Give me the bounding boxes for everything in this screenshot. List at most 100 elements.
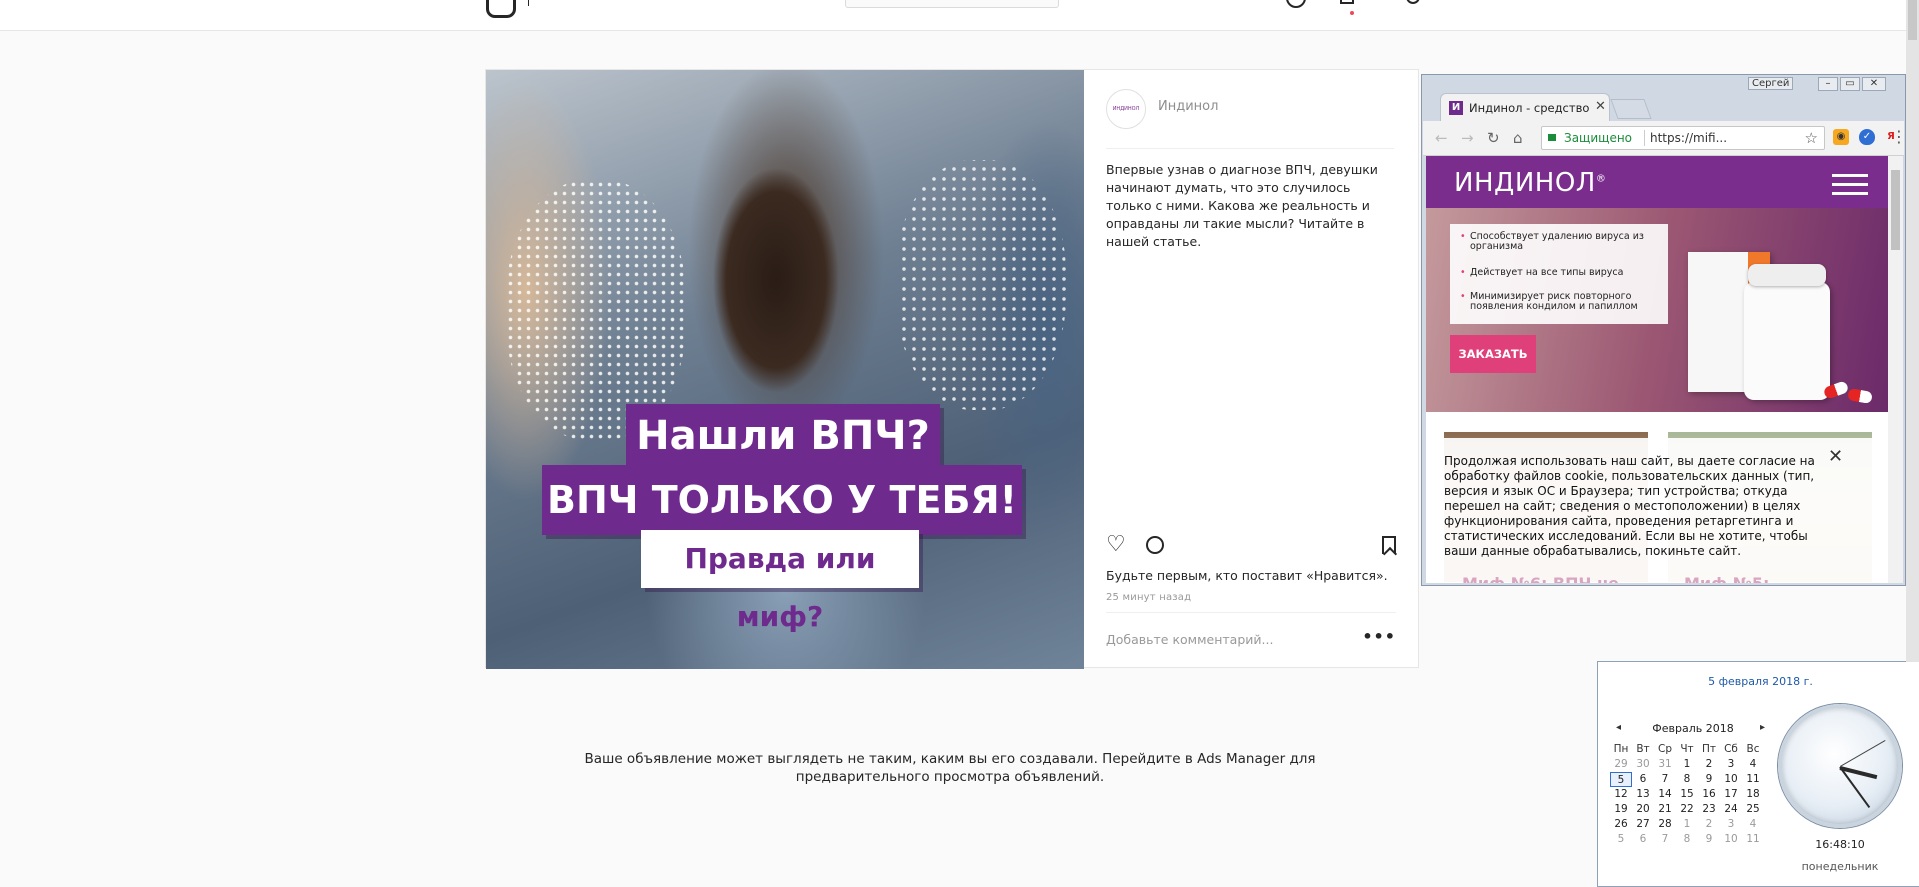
comment-input[interactable]: Добавьте комментарий... [1106,632,1273,647]
clock-weekday: понедельник [1801,860,1879,873]
calendar-day[interactable]: 23 [1698,802,1720,817]
calendar-month[interactable]: Февраль 2018 [1635,722,1751,735]
scrollbar-thumb[interactable] [1908,0,1917,40]
home-icon[interactable]: ⌂ [1513,129,1523,147]
order-button[interactable]: ЗАКАЗАТЬ [1450,335,1536,373]
bottle-cap [1748,264,1826,286]
window-close-button[interactable]: ✕ [1862,77,1886,91]
calendar-day[interactable]: 18 [1742,787,1764,802]
article-title[interactable]: Миф №6: ВПЧ не [1462,574,1619,583]
search-input[interactable] [845,0,1059,8]
post-actions: ♡ [1106,534,1396,558]
maximize-button[interactable]: ▭ [1840,77,1860,91]
back-icon[interactable]: ← [1435,129,1448,147]
calendar-day[interactable]: 14 [1654,787,1676,802]
calendar-day[interactable]: 11 [1742,832,1764,847]
tab-close-icon[interactable]: ✕ [1595,99,1606,114]
calendar-day[interactable]: 31 [1654,757,1676,772]
calendar-day[interactable]: 27 [1632,817,1654,832]
calendar-day[interactable]: 16 [1698,787,1720,802]
calendar-day[interactable]: 26 [1610,817,1632,832]
star-icon[interactable]: ☆ [1805,127,1818,149]
reload-icon[interactable]: ↻ [1487,129,1500,147]
calendar-day[interactable]: 8 [1676,772,1698,787]
author-name[interactable]: Индинол [1158,99,1218,114]
benefit-item: Способствует удалению вируса из организм… [1460,232,1660,252]
camera-icon[interactable] [486,0,516,18]
heart-icon[interactable]: ♡ [1106,534,1126,556]
calendar-date-link[interactable]: 5 февраля 2018 г. [1598,675,1919,688]
tab-title: Индинол - средство пр [1469,101,1591,115]
address-bar[interactable]: Защищено https://mifi... ☆ [1541,126,1825,150]
next-month-icon[interactable]: ▸ [1760,722,1765,733]
comment-icon[interactable] [1146,536,1164,554]
calendar-week: 26 27 28 1 2 3 4 [1610,817,1778,832]
image-headline-2: ВПЧ ТОЛЬКО У ТЕБЯ! [542,465,1022,535]
browser-menu-icon[interactable]: ⋮ [1891,127,1907,146]
calendar-day[interactable]: 1 [1676,817,1698,832]
calendar-day[interactable]: 22 [1676,802,1698,817]
calendar-day[interactable]: 20 [1632,802,1654,817]
website-viewport: ИНДИНОЛ® Способствует удалению вируса из… [1426,156,1888,583]
hamburger-menu-icon[interactable] [1832,174,1868,177]
bookmark-icon[interactable] [1382,536,1396,554]
calendar-day[interactable]: 24 [1720,802,1742,817]
window-user-badge[interactable]: Сергей [1748,77,1794,90]
calendar-day[interactable]: 4 [1742,757,1764,772]
profile-icon[interactable] [1406,0,1420,4]
calendar-day[interactable]: 17 [1720,787,1742,802]
page-scrollbar[interactable] [1888,156,1903,583]
calendar-day[interactable]: 3 [1720,817,1742,832]
avatar[interactable]: ИНДИНОЛ [1106,89,1146,129]
explore-icon[interactable] [1286,0,1306,8]
shield-icon[interactable]: ✓ [1859,129,1875,145]
new-tab-button[interactable] [1610,99,1652,119]
calendar-day[interactable]: 13 [1632,787,1654,802]
calendar-day[interactable]: 9 [1698,832,1720,847]
calendar-day[interactable]: 15 [1676,787,1698,802]
calendar-day[interactable]: 9 [1698,772,1720,787]
browser-toolbar: ← → ↻ ⌂ Защищено https://mifi... ☆ ◉ ✓ Я… [1423,121,1907,156]
calendar-day[interactable]: 4 [1742,817,1764,832]
site-logo[interactable]: ИНДИНОЛ® [1454,168,1606,198]
prev-month-icon[interactable]: ◂ [1616,722,1621,733]
scrollbar-thumb[interactable] [1891,170,1900,250]
weekday-label: Вт [1636,743,1650,755]
activity-icon[interactable] [1340,0,1354,4]
url-text[interactable]: https://mifi... [1650,127,1780,149]
calendar-day[interactable]: 19 [1610,802,1632,817]
calendar-day[interactable]: 5 [1610,832,1632,847]
site-logo-text: ИНДИНОЛ [1454,168,1596,198]
browser-tab[interactable]: И Индинол - средство пр ✕ [1440,93,1610,121]
calendar-day[interactable]: 2 [1698,817,1720,832]
calendar-day[interactable]: 8 [1676,832,1698,847]
forward-icon[interactable]: → [1461,129,1474,147]
calendar-day[interactable]: 25 [1742,802,1764,817]
cookie-text: Продолжая использовать наш сайт, вы дает… [1444,454,1815,558]
cookie-close-icon[interactable]: ✕ [1828,446,1843,467]
calendar-day[interactable]: 7 [1654,832,1676,847]
calendar-day[interactable]: 28 [1654,817,1676,832]
comment-row: Добавьте комментарий... ••• [1106,612,1396,663]
calendar-day[interactable]: 30 [1632,757,1654,772]
calendar-day[interactable]: 11 [1742,772,1764,787]
calendar-day[interactable]: 10 [1720,772,1742,787]
minimize-button[interactable]: – [1818,77,1838,91]
calendar-day[interactable]: 12 [1610,787,1632,802]
calendar-day[interactable]: 6 [1632,832,1654,847]
calendar-day[interactable]: 6 [1632,772,1654,787]
calendar-day[interactable]: 7 [1654,772,1676,787]
flowers-left [506,180,686,440]
more-options-icon[interactable]: ••• [1362,627,1396,646]
calendar-day[interactable]: 2 [1698,757,1720,772]
article-title[interactable]: Миф №5: [1684,574,1769,583]
calendar-day[interactable]: 21 [1654,802,1676,817]
calendar-day[interactable]: 29 [1610,757,1632,772]
page-scrollbar-right[interactable] [1906,0,1919,662]
calendar-day[interactable]: 1 [1676,757,1698,772]
calendar-day[interactable]: 10 [1720,832,1742,847]
weekday-label: Вс [1746,743,1760,755]
calendar-day[interactable]: 3 [1720,757,1742,772]
calendar-day-today[interactable]: 5 [1610,772,1632,787]
extension-icon-1[interactable]: ◉ [1833,129,1849,145]
